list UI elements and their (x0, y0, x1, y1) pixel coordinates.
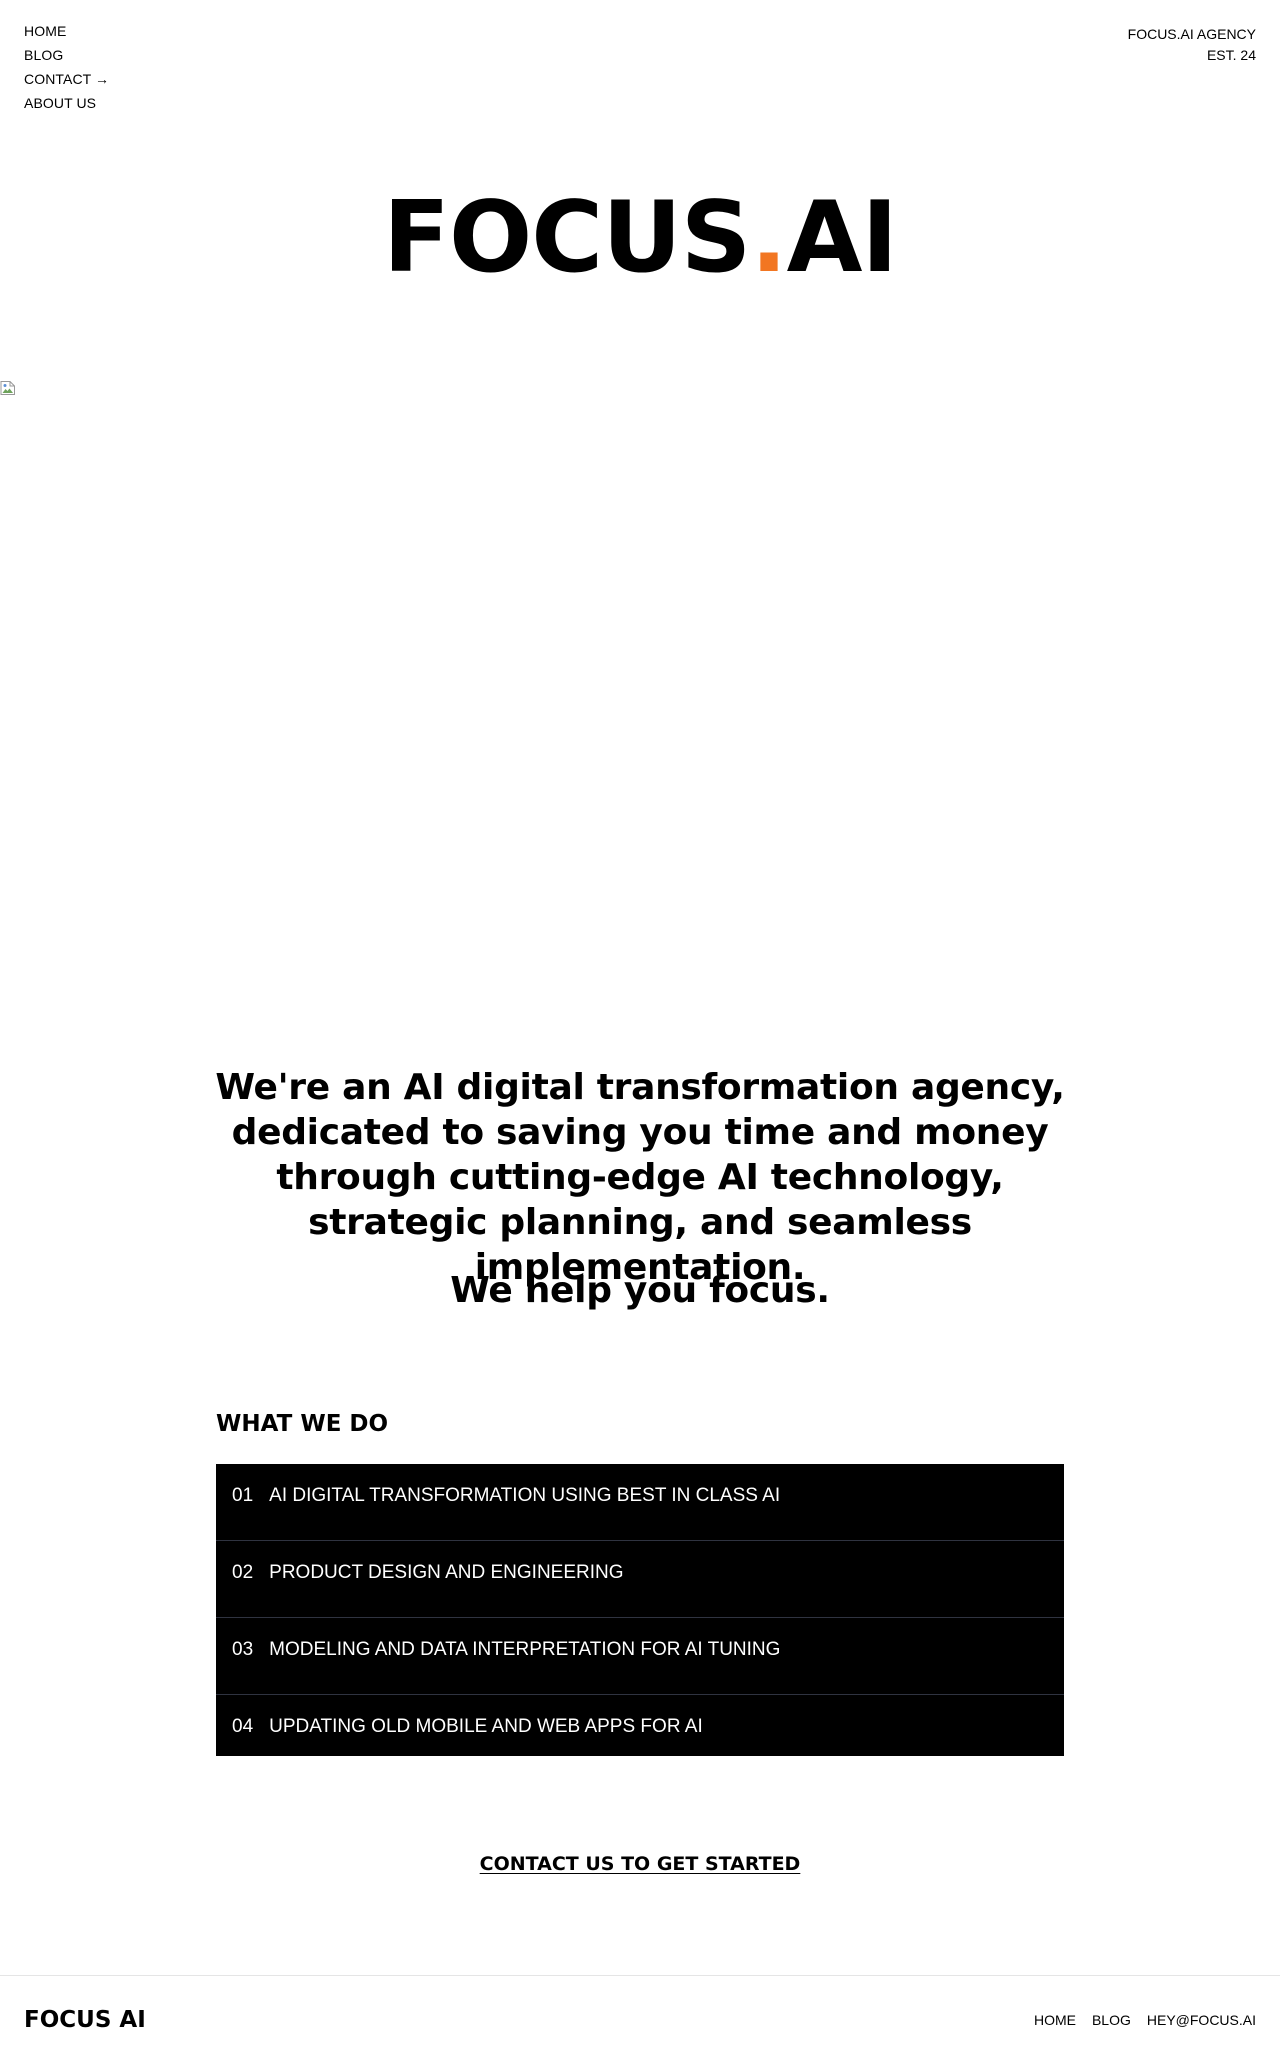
contact-cta-link[interactable]: CONTACT US TO GET STARTED (480, 1853, 801, 1875)
agency-established: EST. 24 (1206, 47, 1256, 63)
footer-blog-link[interactable]: BLOG (1092, 2012, 1131, 2029)
footer: FOCUS AI HOME BLOG HEY@FOCUS.AI (0, 1975, 1280, 2057)
footer-links: HOME BLOG HEY@FOCUS.AI (1034, 2012, 1256, 2029)
footer-email-link[interactable]: HEY@FOCUS.AI (1147, 2012, 1256, 2029)
nav-about-link[interactable]: ABOUT US (24, 96, 109, 111)
services-list: 01 AI DIGITAL TRANSFORMATION USING BEST … (216, 1464, 1064, 1756)
footer-brand: FOCUS AI (24, 2007, 146, 2033)
logo-text-ai: AI (786, 181, 898, 295)
hero-logo: FOCUS.AI (0, 178, 1280, 298)
service-item[interactable]: 03 MODELING AND DATA INTERPRETATION FOR … (216, 1618, 1064, 1695)
agency-name: FOCUS.AI AGENCY (1127, 26, 1256, 42)
service-number: 01 (232, 1485, 254, 1506)
service-label: PRODUCT DESIGN AND ENGINEERING (269, 1562, 624, 1583)
nav-blog-link[interactable]: BLOG (24, 48, 109, 63)
service-item[interactable]: 01 AI DIGITAL TRANSFORMATION USING BEST … (216, 1464, 1064, 1541)
tagline: We help you focus. (450, 1270, 830, 1311)
mission-statement: We're an AI digital transformation agenc… (215, 1067, 1065, 1288)
service-label: UPDATING OLD MOBILE AND WEB APPS FOR AI (269, 1716, 703, 1737)
service-number: 03 (232, 1639, 254, 1660)
service-item[interactable]: 04 UPDATING OLD MOBILE AND WEB APPS FOR … (216, 1695, 1064, 1756)
nav-home-link[interactable]: HOME (24, 24, 109, 39)
top-nav: HOME BLOG CONTACT → ABOUT US (24, 24, 109, 111)
broken-image-icon (0, 380, 16, 396)
logo-text-focus: FOCUS (383, 181, 751, 295)
service-label: AI DIGITAL TRANSFORMATION USING BEST IN … (269, 1485, 781, 1506)
cta-section: CONTACT US TO GET STARTED (0, 1853, 1280, 1875)
logo-dot: . (750, 181, 787, 295)
service-number: 04 (232, 1716, 254, 1737)
nav-contact-link[interactable]: CONTACT → (24, 72, 109, 87)
agency-meta: FOCUS.AI AGENCY EST. 24 (1128, 24, 1256, 66)
services-heading: WHAT WE DO (216, 1411, 389, 1437)
footer-home-link[interactable]: HOME (1034, 2012, 1076, 2029)
page: HOME BLOG CONTACT → ABOUT US FOCUS.AI AG… (0, 0, 1280, 2057)
service-item[interactable]: 02 PRODUCT DESIGN AND ENGINEERING (216, 1541, 1064, 1618)
service-label: MODELING AND DATA INTERPRETATION FOR AI … (269, 1639, 781, 1660)
service-number: 02 (232, 1562, 254, 1583)
